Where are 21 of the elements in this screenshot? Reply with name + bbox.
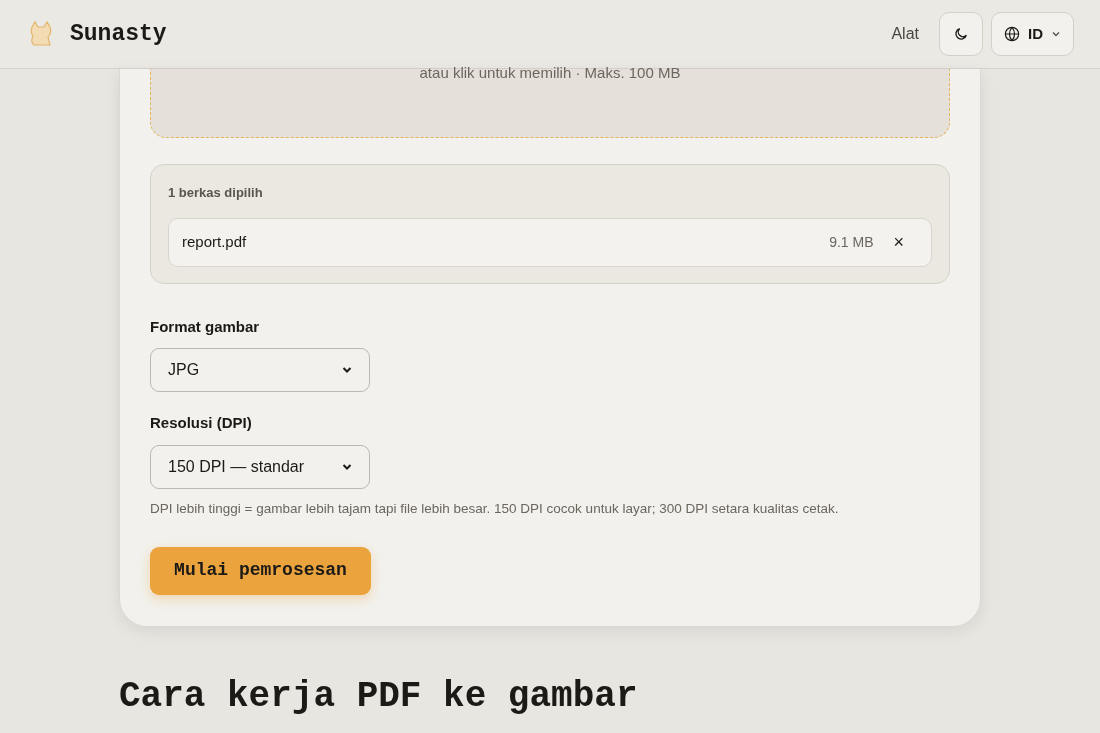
file-name: report.pdf — [182, 231, 248, 252]
chevron-down-icon — [342, 366, 352, 374]
moon-icon — [953, 26, 969, 42]
file-size: 9.1 MB — [829, 232, 874, 252]
language-button[interactable]: ID — [991, 12, 1074, 56]
file-dropzone[interactable]: atau klik untuk memilih · Maks. 100 MB — [150, 69, 950, 138]
start-processing-button[interactable]: Mulai pemrosesan — [150, 546, 371, 595]
select-dropdown[interactable]: JPG — [150, 348, 370, 392]
chevron-down-icon — [342, 462, 352, 471]
selected-count: 1 berkas dipilih — [168, 184, 264, 202]
field-label: Format gambar — [150, 316, 261, 337]
select-dropdown[interactable]: 150 DPI — standar — [150, 444, 370, 489]
field-label: Resolusi (DPI) — [150, 413, 253, 433]
help-text: DPI lebih tinggi = gambar lebih tajam tapi file lebih besar. 150 DPI cocok untuk layar; 300 DPI setara kualitas cetak. — [150, 499, 840, 518]
nav-link[interactable]: Alat — [891, 22, 919, 46]
chevron-down-icon — [1051, 29, 1061, 39]
brand-name: Sunasty — [70, 19, 167, 49]
globe-icon — [1004, 26, 1020, 42]
theme-toggle-button[interactable] — [939, 12, 983, 56]
section-heading: Cara kerja PDF ke gambar — [119, 674, 639, 719]
remove-file-button[interactable]: × — [889, 233, 908, 251]
